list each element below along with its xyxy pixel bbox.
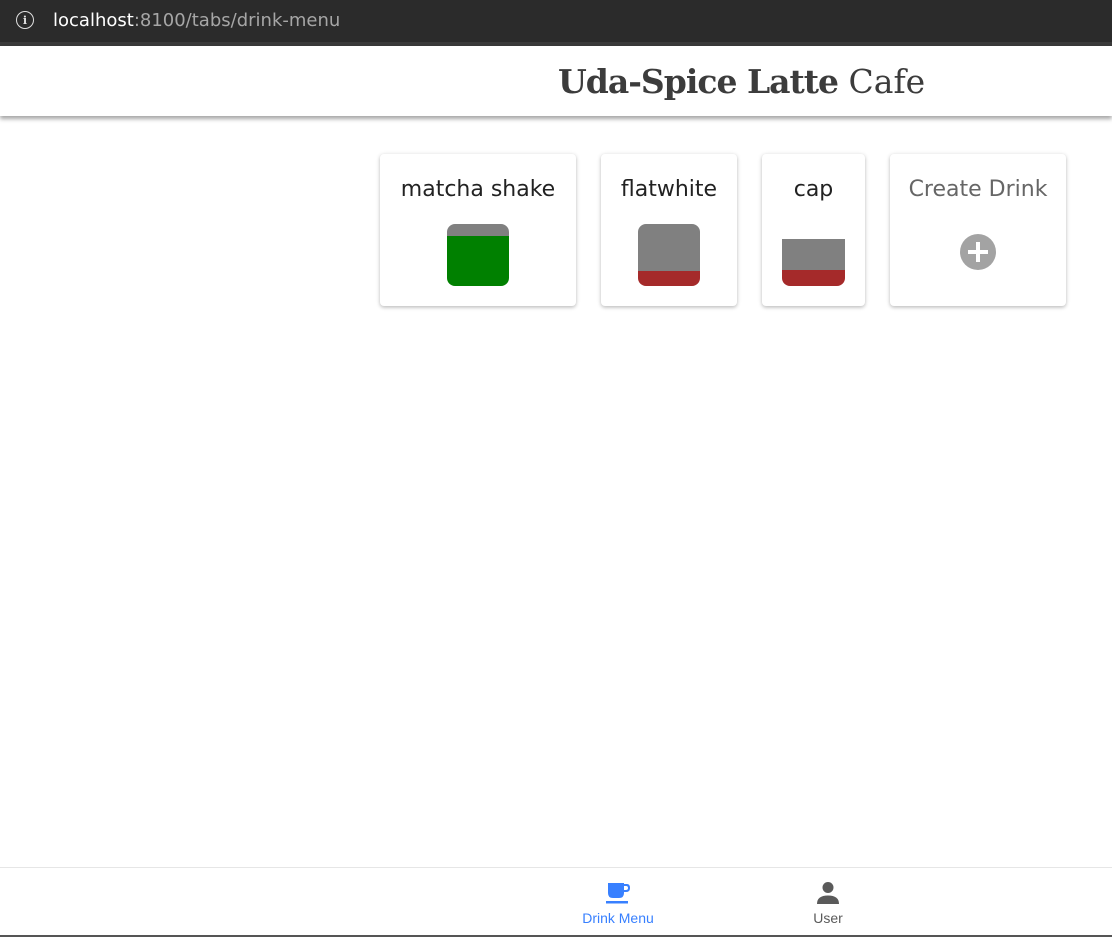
tab-label: Drink Menu — [582, 910, 654, 926]
drink-name: matcha shake — [400, 177, 556, 202]
url-text[interactable]: localhost:8100/tabs/drink-menu — [53, 10, 340, 32]
cafe-icon — [605, 881, 631, 905]
drink-graphic — [638, 224, 700, 286]
ingredient-layer — [782, 270, 845, 286]
tab-label: User — [813, 910, 843, 926]
person-icon — [815, 881, 841, 905]
tab-drink-menu[interactable]: Drink Menu — [558, 868, 678, 937]
drink-card-flatwhite[interactable]: flatwhite — [601, 154, 737, 306]
drink-name: cap — [793, 177, 834, 202]
ingredient-layer — [447, 224, 509, 237]
url-path: :8100/tabs/drink-menu — [133, 10, 341, 31]
drink-card-matcha-shake[interactable]: matcha shake — [380, 154, 576, 306]
tab-user[interactable]: User — [768, 868, 888, 937]
page-title-light: Cafe — [848, 62, 926, 101]
url-host: localhost — [53, 10, 134, 31]
app-header: Uda-Spice Latte Cafe — [0, 46, 1112, 116]
browser-address-bar[interactable]: i localhost:8100/tabs/drink-menu — [0, 0, 1112, 46]
drink-name: flatwhite — [620, 177, 718, 202]
page-title-bold: Uda-Spice Latte — [558, 62, 839, 101]
page-title: Uda-Spice Latte Cafe — [558, 62, 925, 102]
drink-graphic — [447, 224, 509, 286]
drink-menu: matcha shake flatwhite cap Create Drink — [0, 116, 1112, 867]
ingredient-layer — [782, 239, 845, 271]
ingredient-layer — [447, 236, 509, 286]
ingredient-layer — [638, 224, 700, 271]
info-icon[interactable]: i — [16, 11, 34, 29]
create-drink-card[interactable]: Create Drink — [890, 154, 1066, 306]
drink-graphic — [782, 239, 845, 286]
create-drink-label: Create Drink — [908, 177, 1048, 202]
ingredient-layer — [638, 270, 700, 286]
tab-bar: Drink Menu User — [0, 867, 1112, 937]
drink-card-cap[interactable]: cap — [762, 154, 865, 306]
add-circle-icon[interactable] — [960, 234, 996, 270]
